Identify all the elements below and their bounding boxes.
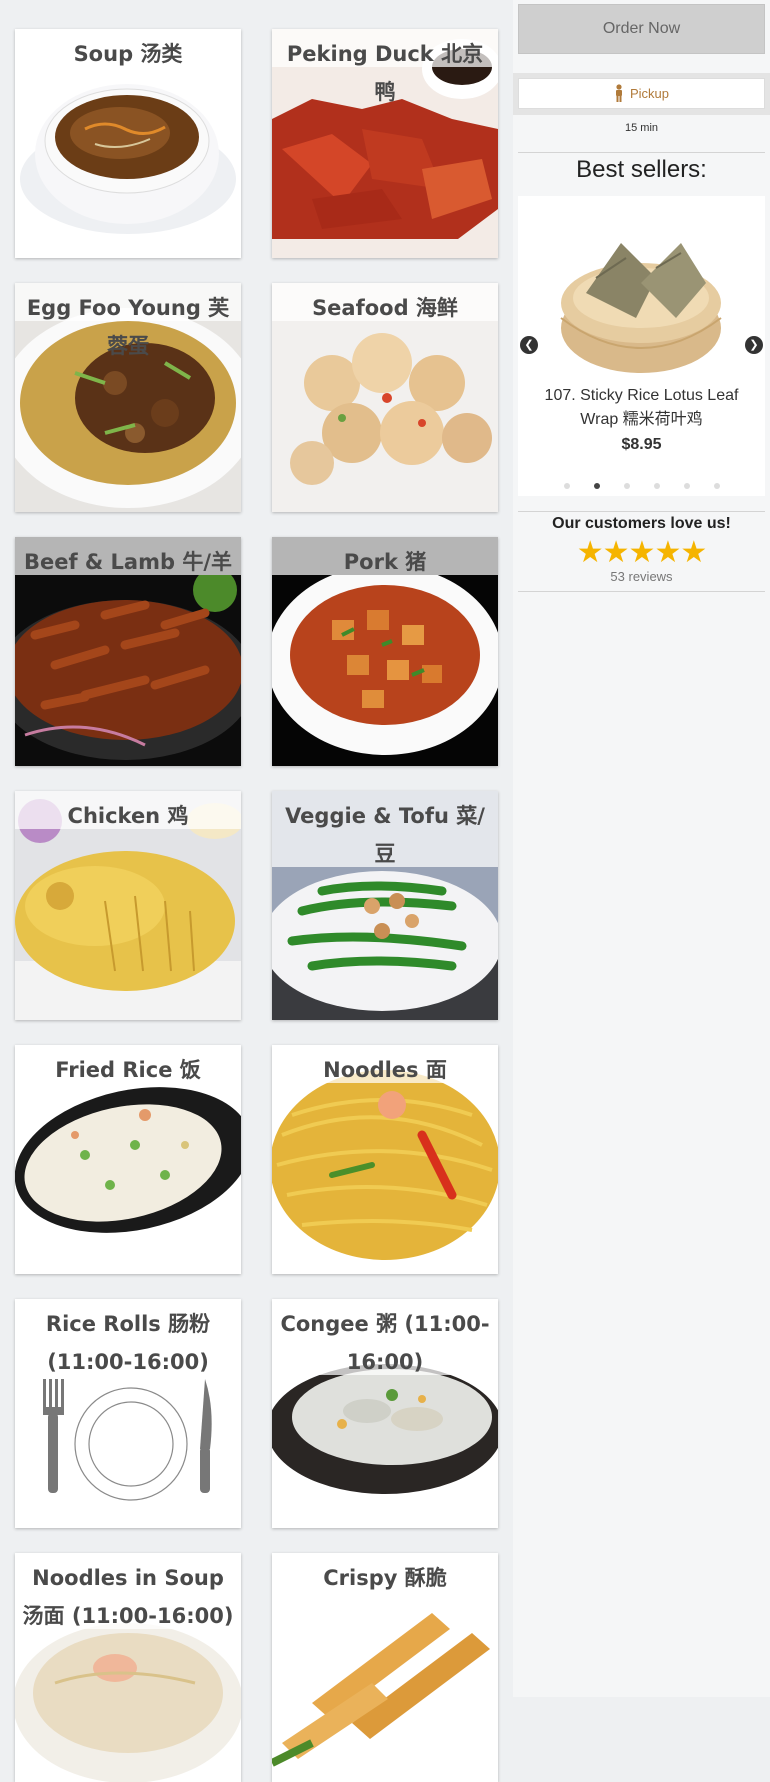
category-title: Seafood 海鲜 bbox=[312, 296, 458, 320]
star-icon: ★ bbox=[576, 536, 604, 569]
pickup-eta: 15 min bbox=[624, 122, 659, 134]
category-title: Soup 汤类 bbox=[73, 42, 183, 66]
customers-love-title: Our customers love us! bbox=[552, 515, 731, 532]
pickup-button[interactable]: Pickup bbox=[518, 78, 765, 109]
category-title: Chicken 鸡 bbox=[67, 804, 189, 828]
divider bbox=[518, 152, 765, 153]
category-title: Egg Foo Young 芙蓉蛋 bbox=[26, 296, 230, 358]
star-icon: ★ bbox=[680, 536, 707, 569]
order-sidebar: Order Now Pickup 15 min Best sellers: ❮ … bbox=[513, 0, 770, 1697]
category-card-crispy[interactable]: Crispy 酥脆 bbox=[272, 1553, 498, 1782]
carousel-dot[interactable] bbox=[593, 483, 600, 489]
category-card-soup[interactable]: Soup 汤类 bbox=[15, 29, 241, 258]
pork-photo bbox=[272, 575, 498, 766]
beef-lamb-photo bbox=[15, 575, 241, 766]
category-card-noodles[interactable]: Noodles 面 bbox=[272, 1045, 498, 1274]
category-title: Beef & Lamb 牛/羊 bbox=[23, 550, 232, 574]
category-card-congee[interactable]: Congee 粥 (11:00-16:00) bbox=[272, 1299, 498, 1528]
carousel-dot[interactable] bbox=[563, 483, 570, 489]
category-card-fried-rice[interactable]: Fried Rice 饭 bbox=[15, 1045, 241, 1274]
star-icon: ★ bbox=[628, 536, 656, 569]
category-card-beef-lamb[interactable]: Beef & Lamb 牛/羊 bbox=[15, 537, 241, 766]
category-card-chicken[interactable]: Chicken 鸡 bbox=[15, 791, 241, 1020]
category-title: Pork 猪 bbox=[343, 550, 427, 574]
category-title: Congee 粥 (11:00-16:00) bbox=[280, 1312, 490, 1374]
category-title: Crispy 酥脆 bbox=[323, 1566, 447, 1590]
category-title: Noodles 面 bbox=[323, 1058, 447, 1082]
chevron-left-icon[interactable]: ❮ bbox=[520, 336, 538, 354]
reviews-link[interactable]: 53 reviews bbox=[513, 569, 770, 584]
divider bbox=[518, 511, 765, 512]
best-sellers-carousel: ❮ ❯ 107. Sticky Rice Lotus Leaf Wrap 糯米荷… bbox=[518, 196, 765, 496]
order-mode-bar: Pickup bbox=[513, 73, 770, 115]
carousel-dot[interactable] bbox=[623, 483, 630, 489]
category-title: Noodles in Soup 汤面 (11:00-16:00) bbox=[22, 1566, 234, 1628]
category-title: Fried Rice 饭 bbox=[55, 1058, 201, 1082]
person-icon bbox=[615, 84, 622, 102]
divider bbox=[518, 591, 765, 592]
carousel-dot[interactable] bbox=[653, 483, 660, 489]
best-sellers-title: Best sellers: bbox=[576, 156, 707, 183]
category-card-veggie-tofu[interactable]: Veggie & Tofu 菜/ 豆 bbox=[272, 791, 498, 1020]
carousel-dot[interactable] bbox=[683, 483, 690, 489]
rating-stars: ★★★★★ bbox=[513, 538, 770, 568]
category-card-peking-duck[interactable]: Peking Duck 北京鸭 bbox=[272, 29, 498, 258]
category-title: Rice Rolls 肠粉 (11:00-16:00) bbox=[45, 1312, 211, 1374]
carousel-dot[interactable] bbox=[713, 483, 720, 489]
star-icon: ★ bbox=[654, 536, 681, 569]
category-title: Peking Duck 北京鸭 bbox=[286, 42, 484, 104]
category-card-egg-foo-young[interactable]: Egg Foo Young 芙蓉蛋 bbox=[15, 283, 241, 512]
best-seller-price: $8.95 bbox=[621, 436, 662, 453]
best-seller-photo bbox=[560, 243, 722, 373]
order-now-button[interactable]: Order Now bbox=[518, 4, 765, 54]
category-card-pork[interactable]: Pork 猪 bbox=[272, 537, 498, 766]
pickup-label: Pickup bbox=[629, 86, 670, 101]
star-icon: ★ bbox=[602, 536, 630, 569]
category-card-noodles-in-soup[interactable]: Noodles in Soup 汤面 (11:00-16:00) bbox=[15, 1553, 241, 1782]
category-card-seafood[interactable]: Seafood 海鲜 bbox=[272, 283, 498, 512]
category-title: Veggie & Tofu 菜/ 豆 bbox=[285, 804, 485, 866]
best-seller-name[interactable]: 107. Sticky Rice Lotus Leaf Wrap 糯米荷叶鸡 bbox=[538, 384, 745, 432]
category-card-rice-rolls[interactable]: Rice Rolls 肠粉 (11:00-16:00) bbox=[15, 1299, 241, 1528]
carousel-dots bbox=[518, 483, 765, 489]
chevron-right-icon[interactable]: ❯ bbox=[745, 336, 763, 354]
